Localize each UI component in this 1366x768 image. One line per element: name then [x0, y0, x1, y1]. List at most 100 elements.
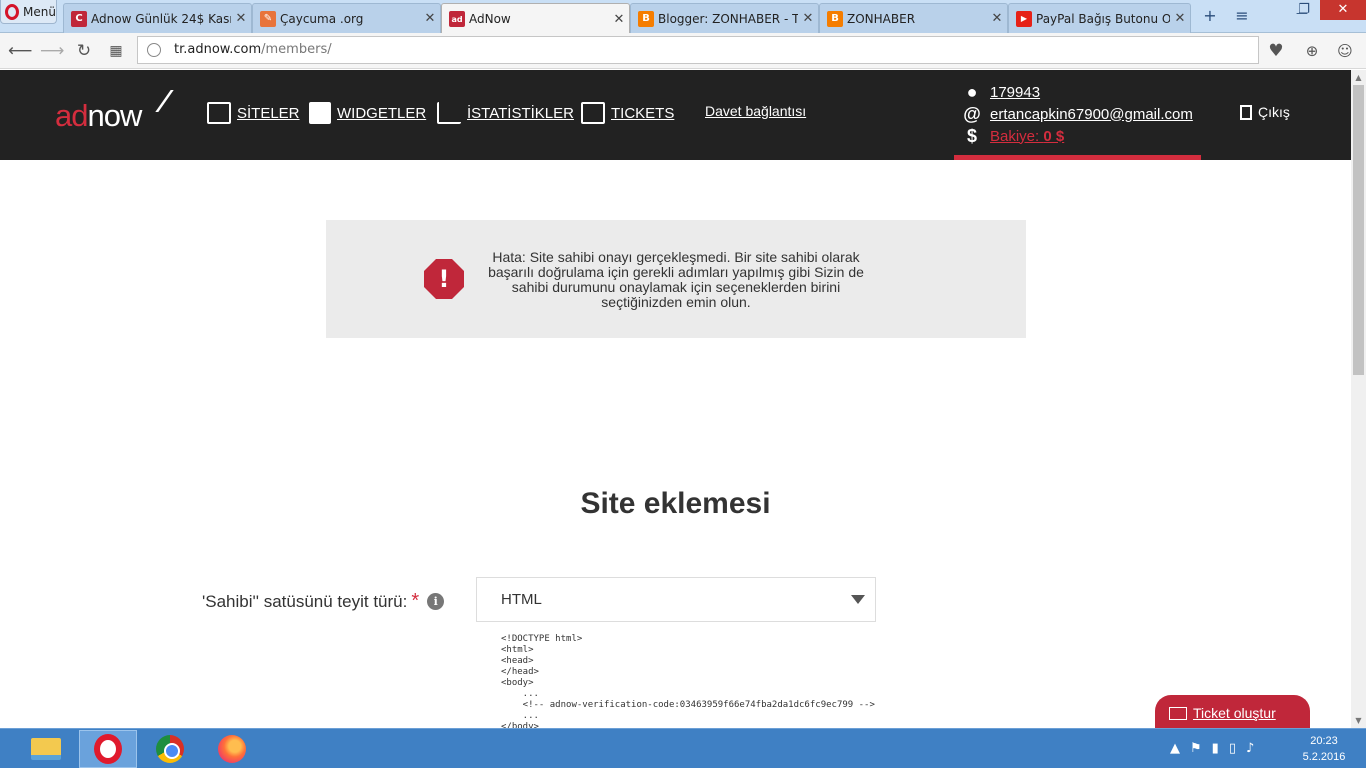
forward-arrow-icon[interactable]: ⟶: [40, 39, 64, 63]
taskbar-chrome[interactable]: [141, 730, 199, 768]
tab-title: Çaycuma .org: [280, 11, 364, 26]
nav-label: İSTATİSTİKLER: [467, 104, 574, 122]
menu-label: Menü: [23, 4, 56, 19]
system-tray: ▲ ⚑ ▮ ▯ ♪: [1170, 741, 1254, 756]
user-icon: ●: [966, 81, 978, 102]
tab-favicon-icon: ✎: [260, 10, 276, 27]
download-icon[interactable]: ⊕: [1300, 39, 1324, 63]
at-icon: @: [963, 103, 981, 124]
logo-ad: ad: [55, 98, 88, 133]
tab-caycuma[interactable]: ✎ Çaycuma .org ✕: [252, 3, 441, 33]
reload-icon[interactable]: ↻: [72, 39, 96, 63]
chevron-down-icon: [851, 595, 865, 604]
tab-blogger-zonhaber[interactable]: B Blogger: ZONHABER - Tü ✕: [630, 3, 819, 33]
adnow-header: adnow SİTELER WIDGETLER İSTATİSTİKLER TI…: [0, 70, 1351, 160]
nav-istatistikler[interactable]: İSTATİSTİKLER: [437, 102, 574, 124]
tab-adnow[interactable]: ad AdNow ✕: [441, 3, 630, 34]
info-icon[interactable]: i: [427, 593, 445, 610]
tray-expand-icon[interactable]: ▲: [1170, 741, 1180, 756]
required-mark: *: [411, 590, 420, 612]
account-email[interactable]: ertancapkin67900@gmail.com: [990, 106, 1193, 123]
taskbar-clock[interactable]: 20:23 5.2.2016: [1296, 733, 1352, 765]
speed-dial-icon[interactable]: ▦: [104, 39, 128, 63]
scroll-up-icon[interactable]: ▲: [1351, 70, 1366, 85]
url-input[interactable]: tr.adnow.com/members/: [137, 36, 1259, 64]
tab-menu-icon[interactable]: ≡: [1230, 6, 1254, 25]
tab-close-icon[interactable]: ✕: [609, 12, 629, 27]
scroll-down-icon[interactable]: ▼: [1351, 713, 1366, 728]
folder-icon: [31, 738, 61, 760]
close-window-button[interactable]: ✕: [1320, 0, 1366, 20]
tab-adnow-gunluk[interactable]: C Adnow Günlük 24$ Kasm ✕: [63, 3, 252, 33]
balance-label: Bakiye:: [990, 127, 1044, 145]
envelope-icon: [1169, 706, 1187, 720]
tab-favicon-icon: B: [638, 10, 654, 27]
address-bar: ⟵ ⟶ ↻ ▦ tr.adnow.com/members/ ♥ ⊕ ☺: [0, 33, 1366, 69]
back-arrow-icon[interactable]: ⟵: [8, 39, 32, 63]
url-path: /members/: [261, 42, 332, 57]
scroll-thumb[interactable]: [1353, 85, 1364, 375]
url-host: tr.adnow.com: [174, 42, 262, 57]
tab-close-icon[interactable]: ✕: [798, 11, 818, 26]
heart-icon[interactable]: ♥: [1264, 39, 1288, 63]
restore-button[interactable]: ❐: [1292, 2, 1316, 17]
tab-close-icon[interactable]: ✕: [1170, 11, 1190, 26]
opera-menu-button[interactable]: Menü: [0, 0, 57, 24]
account-balance[interactable]: Bakiye: 0 $: [990, 128, 1064, 145]
logout-button[interactable]: Çıkış: [1240, 104, 1290, 120]
tab-close-icon[interactable]: ✕: [987, 11, 1007, 26]
taskbar-firefox[interactable]: [203, 730, 261, 768]
tab-favicon-icon: ▶: [1016, 10, 1032, 27]
volume-icon[interactable]: ♪: [1246, 741, 1254, 756]
tab-zonhaber[interactable]: B ZONHABER ✕: [819, 3, 1008, 33]
network-icon[interactable]: ▮: [1212, 741, 1219, 756]
profile-icon[interactable]: ☺: [1333, 39, 1357, 63]
nav-siteler[interactable]: SİTELER: [207, 102, 300, 124]
site-info-icon[interactable]: [147, 43, 161, 57]
nav-tickets[interactable]: TICKETS: [581, 102, 674, 124]
nav-label: WIDGETLER: [337, 104, 427, 122]
confirm-type-select[interactable]: HTML: [476, 577, 876, 622]
chrome-icon: [156, 735, 184, 763]
battery-icon[interactable]: ▯: [1229, 741, 1236, 756]
new-tab-button[interactable]: +: [1198, 6, 1222, 25]
taskbar-opera[interactable]: [79, 730, 137, 768]
ticket-label: Ticket oluştur: [1193, 705, 1276, 721]
confirm-type-label: 'Sahibi'' satüsünü teyit türü: * i: [202, 590, 445, 613]
logo-feather-icon: [136, 90, 174, 112]
invite-link[interactable]: Davet bağlantısı: [705, 103, 806, 119]
error-icon: !: [424, 259, 464, 299]
confirm-type-text: 'Sahibi'' satüsünü teyit türü:: [202, 591, 408, 611]
opera-icon: [94, 734, 122, 764]
tab-title: AdNow: [469, 12, 511, 26]
flag-icon[interactable]: ⚑: [1190, 741, 1202, 756]
logout-label: Çıkış: [1258, 104, 1290, 120]
tab-title: Blogger: ZONHABER - Tü: [658, 11, 798, 26]
logo-now: now: [87, 98, 142, 133]
firefox-icon: [218, 735, 246, 763]
adnow-logo[interactable]: adnow: [55, 98, 142, 134]
tab-title: Adnow Günlük 24$ Kasm: [91, 11, 231, 26]
balance-value: 0 $: [1043, 127, 1065, 145]
taskbar-file-explorer[interactable]: [17, 730, 75, 768]
tab-close-icon[interactable]: ✕: [231, 11, 251, 26]
nav-label: SİTELER: [237, 104, 300, 122]
nav-widgetler[interactable]: WIDGETLER: [309, 102, 426, 124]
stats-icon: [437, 102, 461, 124]
account-panel: ● 179943 @ ertancapkin67900@gmail.com $ …: [954, 81, 1201, 147]
monitor-icon: [207, 102, 231, 124]
create-ticket-button[interactable]: Ticket oluştur: [1155, 695, 1310, 728]
ticket-edit-icon: [581, 102, 605, 124]
tab-title: PayPal Bağış Butonu Oluş: [1036, 11, 1170, 26]
page-scrollbar[interactable]: ▲ ▼: [1351, 70, 1366, 728]
tab-favicon-icon: ad: [449, 11, 465, 27]
dollar-icon: $: [966, 125, 977, 146]
nav-label: TICKETS: [611, 104, 675, 122]
tab-close-icon[interactable]: ✕: [420, 11, 440, 26]
select-value: HTML: [501, 591, 542, 608]
opera-logo-icon: [5, 3, 19, 20]
verification-code-snippet: <!DOCTYPE html> <html> <head> </head> <b…: [501, 634, 875, 728]
account-id[interactable]: 179943: [990, 84, 1040, 101]
tab-paypal[interactable]: ▶ PayPal Bağış Butonu Oluş ✕: [1008, 3, 1191, 33]
clock-date: 5.2.2016: [1302, 751, 1346, 763]
